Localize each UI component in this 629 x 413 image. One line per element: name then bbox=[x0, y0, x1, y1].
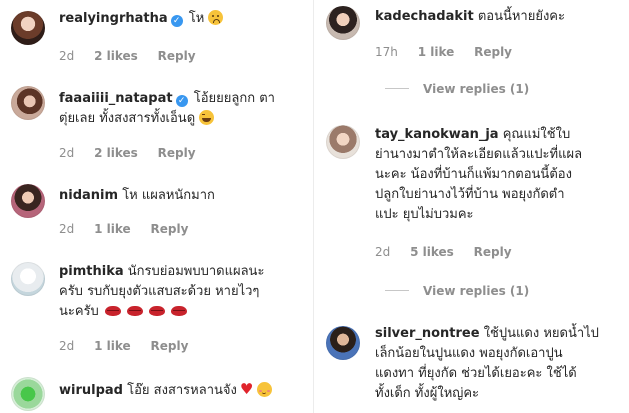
comment-text-line: เล็กน้อยในปูนแดง พอยุงกัดเอาปูน bbox=[375, 346, 563, 361]
blushing-face-emoji-icon bbox=[257, 382, 273, 397]
comment-username[interactable]: wirulpad bbox=[59, 383, 123, 398]
comment-username[interactable]: tay_kanokwan_ja bbox=[375, 127, 499, 142]
heart-emoji-icon: ♥ bbox=[239, 380, 254, 398]
comment-text: โห bbox=[188, 11, 205, 26]
comment-time: 2d bbox=[375, 245, 391, 259]
comment-text-line: โอ้ยยยลูกก ตา bbox=[193, 91, 275, 106]
comment-text-line: นะครับ bbox=[59, 304, 99, 319]
comment-username[interactable]: pimthika bbox=[59, 264, 124, 279]
comment-text: โอ๊ย สงสารหลานจัง bbox=[127, 383, 237, 398]
replies-divider-line bbox=[385, 88, 409, 89]
comment-text-line: ครับ รบกับยุงตัวแสบสะด้วย หายไวๆ bbox=[59, 284, 260, 299]
kiss-mark-emoji-icon bbox=[126, 306, 143, 316]
comment-text-line: นะคะ น้องที่บ้านก็แพ้มากตอนนี้ต้อง bbox=[375, 167, 572, 182]
avatar[interactable] bbox=[11, 262, 45, 296]
comment-time: 2d bbox=[59, 339, 75, 353]
comment-username[interactable]: nidanim bbox=[59, 188, 118, 203]
comment-likes[interactable]: 1 like bbox=[94, 339, 131, 353]
kiss-mark-emoji-icon bbox=[104, 306, 121, 316]
comment-likes[interactable]: 2 likes bbox=[94, 49, 138, 63]
replies-divider-line bbox=[385, 290, 409, 291]
comment-likes[interactable]: 2 likes bbox=[94, 146, 138, 160]
comment-text-line: ปลูกใบย่านางไว้ที่บ้าน พอยุงกัดตำ bbox=[375, 187, 565, 202]
comment-text-line: ย่านางมาตำให้ละเอียดแล้วแปะที่แผล bbox=[375, 147, 583, 162]
comment-likes[interactable]: 1 like bbox=[418, 45, 455, 59]
comment-time: 2d bbox=[59, 146, 75, 160]
avatar[interactable] bbox=[326, 6, 360, 40]
kiss-mark-emoji-icon bbox=[148, 306, 165, 316]
comment-text-line: คุณแม่ใช้ใบ bbox=[502, 127, 571, 142]
verified-badge-icon: ✓ bbox=[175, 95, 188, 107]
comment-text-line: แปะ ยุบไม่บวมคะ bbox=[375, 207, 474, 222]
reply-button[interactable]: Reply bbox=[474, 245, 512, 259]
view-replies-label: View replies (1) bbox=[423, 82, 530, 96]
sad-face-emoji-icon bbox=[208, 10, 224, 25]
comment-likes[interactable]: 1 like bbox=[94, 222, 131, 236]
kiss-mark-emoji-icon bbox=[170, 306, 187, 316]
comment-text-line: ตุ่ยเลย ทั้งสงสารทั้งเอ็นดู bbox=[59, 111, 196, 126]
avatar[interactable] bbox=[326, 326, 360, 360]
avatar[interactable] bbox=[11, 184, 45, 218]
comment-username[interactable]: realyingrhatha bbox=[59, 11, 168, 26]
comment-time: 2d bbox=[59, 49, 75, 63]
avatar[interactable] bbox=[11, 11, 45, 45]
verified-badge-icon: ✓ bbox=[170, 15, 183, 27]
reply-button[interactable]: Reply bbox=[150, 339, 188, 353]
avatar[interactable] bbox=[11, 377, 45, 411]
avatar[interactable] bbox=[326, 125, 360, 159]
comment-likes[interactable]: 5 likes bbox=[410, 245, 454, 259]
comment-time: 2d bbox=[59, 222, 75, 236]
view-replies-link[interactable]: View replies (1) bbox=[385, 284, 529, 298]
view-replies-link[interactable]: View replies (1) bbox=[385, 82, 529, 96]
comment-text: ตอนนี้หายยังคะ bbox=[477, 9, 565, 24]
avatar[interactable] bbox=[11, 86, 45, 120]
comment-username[interactable]: silver_nontree bbox=[375, 326, 480, 341]
reply-button[interactable]: Reply bbox=[158, 49, 196, 63]
reply-button[interactable]: Reply bbox=[474, 45, 512, 59]
comment-text: โห แผลหนักมาก bbox=[122, 188, 215, 203]
comment-username[interactable]: faaaiiii_natapat bbox=[59, 91, 173, 106]
comment-text-line: นักรบย่อมพบบาดแผลนะ bbox=[127, 264, 265, 279]
reply-button[interactable]: Reply bbox=[158, 146, 196, 160]
rolling-laughing-emoji-icon bbox=[199, 110, 215, 125]
comment-text-line: ทั้งเด็ก ทั้งผู้ใหญ่คะ bbox=[375, 386, 480, 401]
comment-time: 17h bbox=[375, 45, 398, 59]
view-replies-label: View replies (1) bbox=[423, 284, 530, 298]
comment-text-line: ใช้ปูนแดง หยดน้ำไป bbox=[483, 326, 599, 341]
comment-text-line: แดงทา ที่ยุงกัด ช่วยได้เยอะคะ ใช้ได้ bbox=[375, 366, 577, 381]
reply-button[interactable]: Reply bbox=[150, 222, 188, 236]
left-comments-panel: realyingrhatha ✓ โห 2d 2 likes Reply faaa… bbox=[0, 0, 313, 413]
comment-username[interactable]: kadechadakit bbox=[375, 9, 474, 24]
right-comments-panel: kadechadakit ตอนนี้หายยังคะ 17h 1 like R… bbox=[314, 0, 629, 413]
